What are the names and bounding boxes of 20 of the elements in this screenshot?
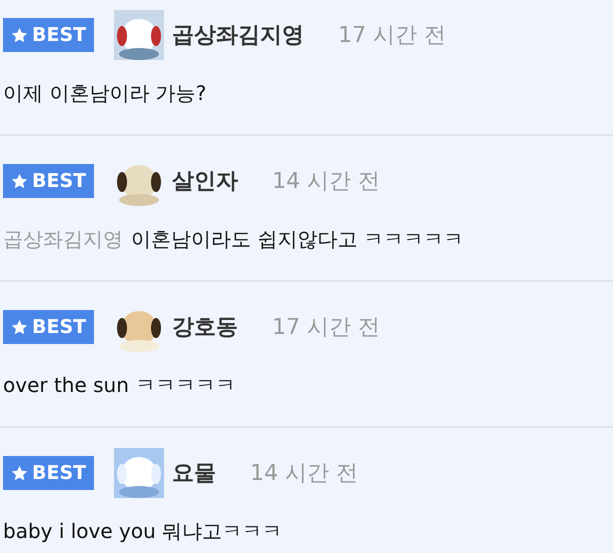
- comment-text: 이제 이혼남이라 가능?: [3, 80, 206, 107]
- comment-text: baby i love you 뭐냐고ㅋㅋㅋ: [3, 518, 282, 545]
- comment-text: 이혼남이라도 쉽지않다고 ㅋㅋㅋㅋㅋ: [131, 226, 464, 253]
- best-badge: BEST: [3, 456, 94, 490]
- best-badge: BEST: [3, 164, 94, 198]
- comment-text: over the sun ㅋㅋㅋㅋㅋ: [3, 372, 236, 399]
- author-name[interactable]: 강호동: [172, 310, 238, 344]
- star-icon: [11, 464, 28, 482]
- author-name[interactable]: 곱상좌김지영: [172, 18, 304, 52]
- best-badge: BEST: [3, 18, 94, 52]
- author-name[interactable]: 살인자: [172, 164, 238, 198]
- timestamp: 14 시간 전: [250, 460, 358, 488]
- star-icon: [11, 318, 28, 336]
- star-icon: [11, 26, 28, 44]
- timestamp: 17 시간 전: [338, 22, 446, 50]
- timestamp: 17 시간 전: [272, 314, 380, 342]
- best-badge: BEST: [3, 310, 94, 344]
- author-name[interactable]: 요물: [172, 456, 216, 490]
- star-icon: [11, 172, 28, 190]
- timestamp: 14 시간 전: [272, 168, 380, 196]
